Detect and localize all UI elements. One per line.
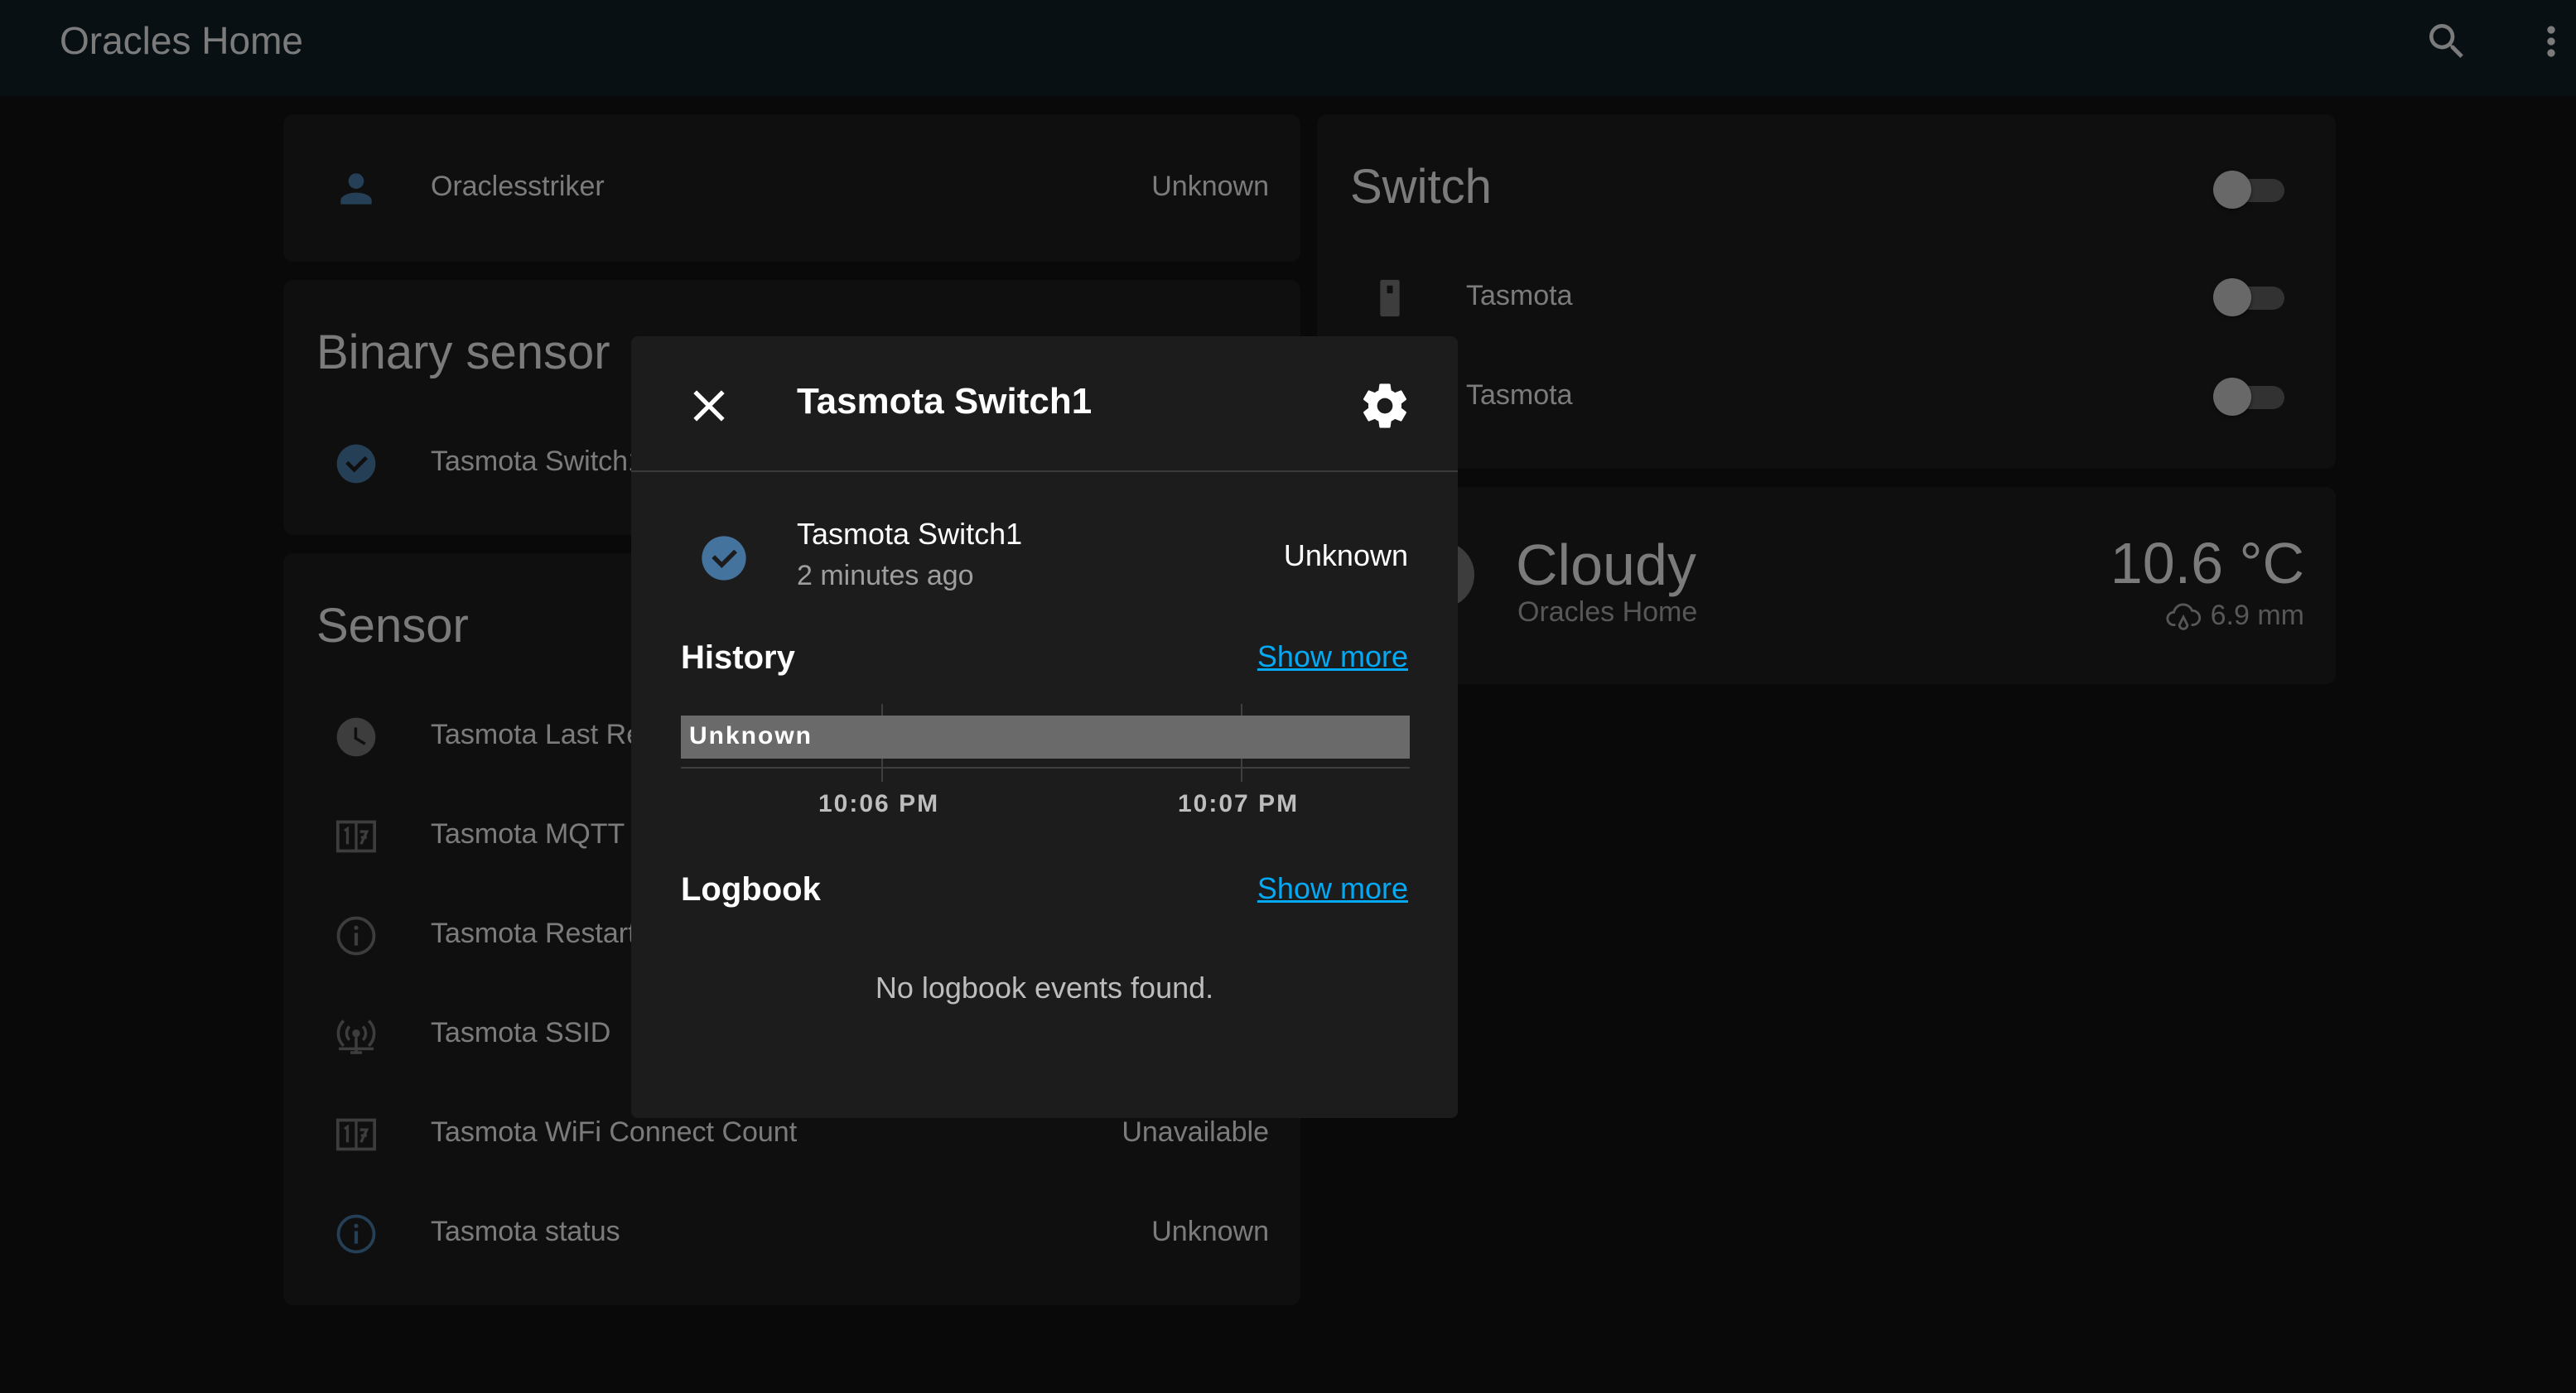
timeline-axis bbox=[681, 767, 1410, 769]
history-show-more-link[interactable]: Show more bbox=[1257, 639, 1408, 674]
dialog-header: Tasmota Switch1 bbox=[631, 336, 1458, 472]
more-info-dialog: Tasmota Switch1 Tasmota Switch1 2 minute… bbox=[631, 336, 1458, 1118]
logbook-empty-message: No logbook events found. bbox=[875, 971, 1214, 1005]
close-icon[interactable] bbox=[683, 379, 736, 432]
timeline-state-label: Unknown bbox=[689, 722, 813, 750]
timeline-tick-label: 10:06 PM bbox=[818, 790, 940, 817]
logbook-title: Logbook bbox=[681, 871, 821, 908]
check-circle-icon bbox=[697, 532, 750, 585]
entity-last-changed: 2 minutes ago bbox=[797, 560, 974, 591]
history-timeline-bar[interactable]: Unknown bbox=[681, 716, 1410, 759]
history-title: History bbox=[681, 639, 795, 676]
gear-icon[interactable] bbox=[1358, 379, 1411, 432]
timeline-tick-label: 10:07 PM bbox=[1178, 790, 1300, 817]
entity-name: Tasmota Switch1 bbox=[797, 517, 1023, 551]
entity-state: Unknown bbox=[1283, 538, 1408, 572]
dialog-title: Tasmota Switch1 bbox=[797, 381, 1093, 422]
logbook-show-more-link[interactable]: Show more bbox=[1257, 871, 1408, 906]
